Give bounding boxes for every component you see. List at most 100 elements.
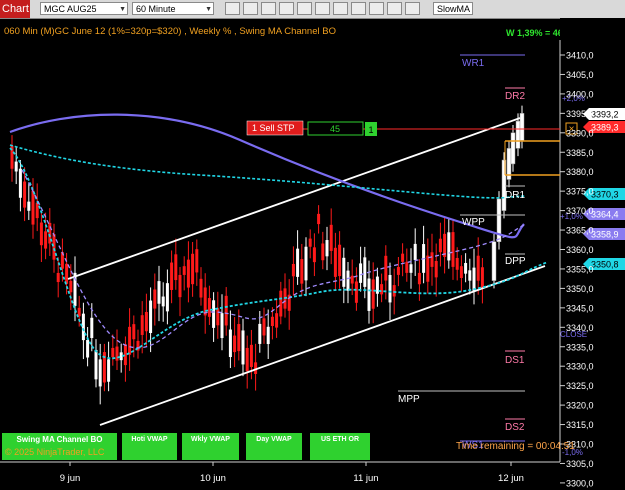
candle-body [519, 113, 525, 141]
price-badge-label: 3393,2 [591, 110, 619, 120]
copyright-text: © 2025 NinjaTrader, LLC [5, 447, 105, 457]
price-tick-label: 3390,0 [566, 128, 594, 138]
candle-body [304, 246, 308, 281]
candle-body [515, 120, 521, 149]
candle-body [262, 318, 266, 336]
price-chart[interactable]: WR1DR2DR1WPPDPPDS1MPPDS2WS1CLOSE+2,0%+1,… [0, 0, 625, 490]
date-tick-label: 12 jun [498, 473, 524, 484]
candle-body [455, 257, 459, 270]
candle-body [426, 255, 430, 282]
price-tick-label: 3320,0 [566, 401, 594, 411]
candle-body [451, 232, 455, 267]
candle-body [23, 181, 27, 208]
candle-body [115, 346, 119, 361]
us-eth-or-button[interactable]: US ETH OR [310, 433, 370, 460]
candle-body [384, 255, 388, 281]
candle-body [275, 313, 279, 328]
pivot-label: DPP [505, 256, 526, 267]
candle-body [291, 263, 295, 277]
candle-body [388, 274, 392, 303]
candle-body [170, 262, 174, 290]
price-tick-label: 3380,0 [566, 167, 594, 177]
price-badge-label: 3358,9 [591, 230, 619, 240]
pivot-label: MPP [398, 394, 420, 405]
strategy-button-label: Swing MA Channel BO [16, 435, 103, 444]
candle-body [69, 280, 73, 293]
candle-body [98, 359, 102, 387]
candle-body [354, 281, 358, 303]
price-tick-label: 3345,0 [566, 303, 594, 313]
time-axis-ticks: 9 jun 10 jun 11 jun 12 jun [60, 462, 524, 484]
candle-body [321, 243, 325, 261]
candle-body [367, 278, 371, 311]
date-tick-label: 11 jun [353, 473, 378, 484]
pivot-label: WR1 [462, 58, 485, 69]
candle-body [413, 243, 417, 260]
candle-body [329, 224, 333, 251]
price-badge-label: 3389,3 [591, 123, 619, 133]
candle-body [207, 298, 211, 317]
candle-body [228, 329, 232, 358]
candle-body [233, 335, 237, 353]
price-badge-label: 3364,4 [591, 210, 619, 220]
candle-body [333, 247, 337, 277]
candle-body [86, 339, 90, 358]
candle-body [417, 272, 421, 285]
candle-body [296, 248, 300, 277]
price-tick-label: 3305,0 [566, 459, 594, 469]
candle-body [279, 290, 283, 317]
candle-body [359, 263, 363, 283]
candle-body [308, 238, 312, 247]
candle-body [434, 260, 438, 278]
candle-body [27, 201, 31, 211]
price-tick-label: 3335,0 [566, 342, 594, 352]
candle-body [480, 267, 484, 289]
candle-body [249, 344, 253, 367]
candle-body [510, 132, 516, 165]
candle-body [35, 202, 39, 219]
candle-body [241, 330, 245, 365]
candle-body [132, 324, 136, 340]
candle-body [216, 308, 220, 326]
order-count-label: 1 [368, 125, 373, 135]
candle-body [430, 252, 434, 267]
candle-body [140, 315, 144, 335]
pivot-label: DR1 [505, 190, 525, 201]
candle-body [245, 347, 249, 372]
candle-body [405, 261, 409, 273]
candle-body [161, 296, 165, 307]
candle-body [346, 270, 350, 291]
candle-body [396, 266, 400, 275]
candle-body [90, 317, 94, 339]
candle-body [371, 279, 375, 309]
price-tick-label: 3330,0 [566, 362, 594, 372]
candle-body [157, 281, 161, 304]
day-vwap-button[interactable]: Day VWAP [246, 433, 302, 460]
candle-body [392, 285, 396, 297]
candle-body [144, 311, 148, 332]
candle-body [52, 234, 56, 260]
price-tick-label: 3360,0 [566, 245, 594, 255]
candles [10, 105, 525, 405]
price-tick-label: 3350,0 [566, 284, 594, 294]
date-tick-label: 10 jun [200, 473, 226, 484]
price-tick-label: 3340,0 [566, 323, 594, 333]
price-tick-label: 3385,0 [566, 148, 594, 158]
price-badge-label: 3350,8 [591, 260, 619, 270]
candle-body [44, 231, 48, 249]
order-sell-stop-label: 1 Sell STP [252, 123, 295, 133]
price-tick-label: 3405,0 [566, 70, 594, 80]
candle-body [380, 284, 384, 295]
candle-body [199, 278, 203, 298]
hoti-vwap-button[interactable]: Hoti VWAP [122, 433, 177, 460]
price-tick-label: 3325,0 [566, 381, 594, 391]
candle-body [191, 253, 195, 285]
candle-body [212, 300, 216, 328]
candle-body [178, 274, 182, 298]
candle-body [39, 222, 43, 246]
candle-body [468, 270, 472, 281]
wkly-vwap-button[interactable]: Wkly VWAP [182, 433, 239, 460]
us-eth-or-label: US ETH OR [320, 436, 360, 443]
candle-body [14, 161, 18, 172]
candle-body [363, 257, 367, 287]
